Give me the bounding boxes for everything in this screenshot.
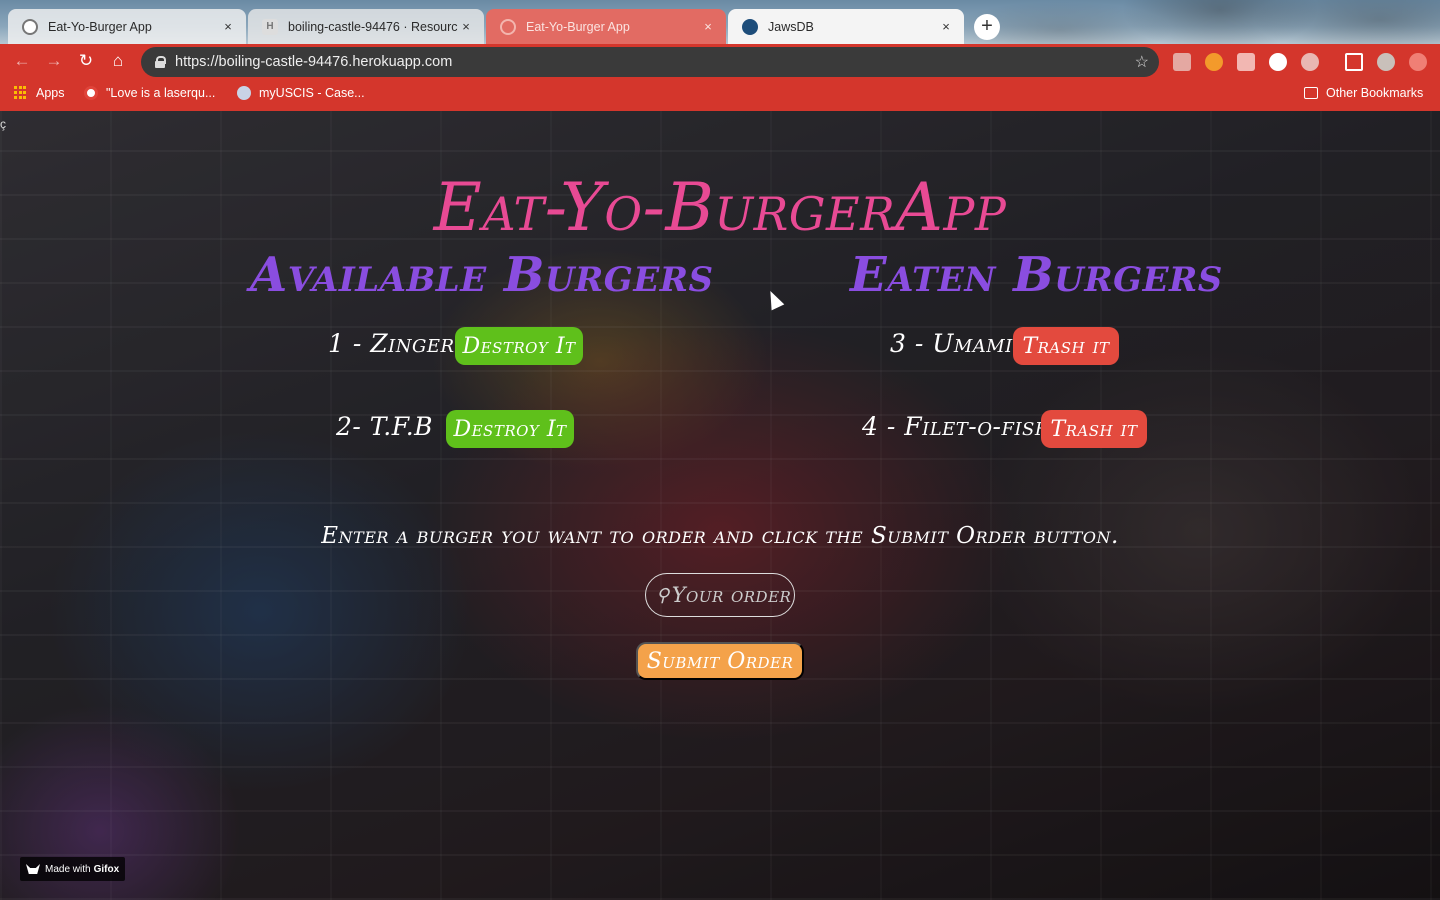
eaten-burger-name: 3 - Umami xyxy=(890,329,1013,358)
fox-icon xyxy=(26,864,40,874)
tab-title: Eat-Yo-Burger App xyxy=(526,19,630,34)
tab-title: Eat-Yo-Burger App xyxy=(48,19,152,34)
extension-icon[interactable] xyxy=(1301,53,1319,71)
apps-grid-icon xyxy=(14,86,28,100)
trash-button[interactable]: Trash it xyxy=(1013,327,1119,365)
globe-icon xyxy=(22,18,38,35)
other-bookmarks[interactable]: Other Bookmarks xyxy=(1304,86,1423,100)
folder-icon xyxy=(1304,87,1318,99)
burger-order-input[interactable]: ⚲ Your order xyxy=(645,573,795,617)
available-burger-name: 2- T.F.B xyxy=(336,412,434,441)
browser-tab[interactable]: Eat-Yo-Burger App × xyxy=(8,9,246,44)
destroy-button[interactable]: Destroy It xyxy=(446,410,574,448)
extension-icon[interactable] xyxy=(1173,53,1191,71)
available-burger-name: 1 - Zinger xyxy=(328,329,455,358)
address-bar[interactable]: https://boiling-castle-94476.herokuapp.c… xyxy=(141,47,1159,77)
close-icon[interactable]: × xyxy=(458,19,474,34)
bookmark-item[interactable]: myUSCIS - Case... xyxy=(237,86,365,100)
bookmark-apps[interactable]: Apps xyxy=(14,86,65,100)
submit-order-button[interactable]: Submit Order xyxy=(636,642,804,680)
tab-title: boiling-castle-94476 · Resourc xyxy=(288,19,458,34)
bookmark-label: "Love is a laserqu... xyxy=(106,86,216,100)
browser-tab-active[interactable]: JawsDB × xyxy=(728,9,964,44)
globe-icon xyxy=(500,18,516,35)
stray-glyph: ç xyxy=(0,117,6,131)
extension-icon[interactable] xyxy=(1237,53,1255,71)
app-title: Eat-Yo-BurgerApp xyxy=(433,169,1007,246)
tab-strip: Eat-Yo-Burger App × H boiling-castle-944… xyxy=(0,0,1440,44)
mouse-cursor-icon xyxy=(764,288,785,311)
avatar[interactable] xyxy=(1377,53,1395,71)
badge-prefix: Made with xyxy=(45,863,91,875)
search-icon: ⚲ xyxy=(656,584,670,606)
uscis-seal-icon xyxy=(237,86,251,100)
other-bookmarks-label: Other Bookmarks xyxy=(1326,86,1424,100)
bookmark-label: myUSCIS - Case... xyxy=(259,86,365,100)
eaten-burgers-heading: Eaten Burgers xyxy=(850,247,1223,303)
heroku-icon: H xyxy=(262,18,278,35)
home-icon[interactable]: ⌂ xyxy=(108,51,128,71)
trash-button[interactable]: Trash it xyxy=(1041,410,1147,448)
close-icon[interactable]: × xyxy=(938,19,954,34)
badge-brand: Gifox xyxy=(93,863,120,875)
extension-icon[interactable] xyxy=(1205,53,1223,71)
new-tab-button[interactable]: + xyxy=(974,14,1000,40)
bookmark-item[interactable]: "Love is a laserqu... xyxy=(84,86,215,100)
gifox-watermark: Made with Gifox xyxy=(20,857,125,881)
bookmarks-bar: Apps "Love is a laserqu... myUSCIS - Cas… xyxy=(0,80,1440,111)
jawsdb-icon xyxy=(742,18,758,35)
order-instructions: Enter a burger you want to order and cli… xyxy=(321,523,1119,549)
forward-icon[interactable]: → xyxy=(44,51,64,71)
browser-tab[interactable]: H boiling-castle-94476 · Resourc × xyxy=(248,9,484,44)
bookmark-label: Apps xyxy=(36,86,65,100)
available-burgers-heading: Available Burgers xyxy=(250,247,714,303)
cast-icon[interactable] xyxy=(1345,53,1363,71)
bookmark-favicon-icon xyxy=(84,86,98,100)
update-icon[interactable] xyxy=(1409,53,1427,71)
url-text: https://boiling-castle-94476.herokuapp.c… xyxy=(175,54,453,70)
browser-toolbar: ← → ↻ ⌂ https://boiling-castle-94476.her… xyxy=(0,44,1440,80)
page-background: ç Eat-Yo-BurgerApp Available Burgers Eat… xyxy=(0,111,1440,900)
eaten-burger-name: 4 - Filet-o-fish xyxy=(862,412,1052,441)
back-icon[interactable]: ← xyxy=(12,51,32,71)
close-icon[interactable]: × xyxy=(700,19,716,34)
destroy-button[interactable]: Destroy It xyxy=(455,327,583,365)
lock-icon xyxy=(155,56,166,68)
tab-title: JawsDB xyxy=(768,19,814,34)
browser-tab[interactable]: Eat-Yo-Burger App × xyxy=(486,9,726,44)
reload-icon[interactable]: ↻ xyxy=(76,51,96,71)
extension-icon[interactable] xyxy=(1269,53,1287,71)
star-icon[interactable]: ☆ xyxy=(1135,52,1149,72)
input-placeholder: Your order xyxy=(671,583,792,607)
close-icon[interactable]: × xyxy=(220,19,236,34)
